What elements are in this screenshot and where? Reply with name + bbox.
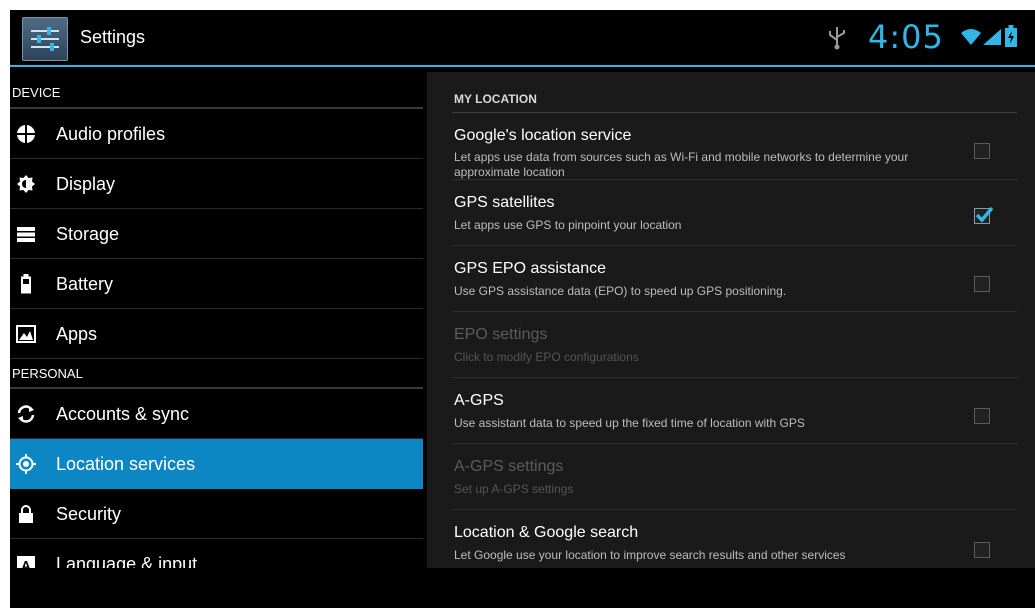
sidebar-item-label: Language & input	[56, 554, 198, 568]
pref-summary: Let apps use GPS to pinpoint your locati…	[454, 218, 682, 232]
pref-gps-satellites[interactable]: GPS satellites Let apps use GPS to pinpo…	[452, 180, 1017, 246]
sync-icon	[17, 405, 35, 423]
pref-a-gps-settings: A-GPS settings Set up A-GPS settings	[452, 444, 1017, 510]
settings-app-icon[interactable]	[22, 17, 68, 61]
checkbox-location-google-search[interactable]	[974, 542, 990, 558]
svg-text:A: A	[21, 558, 31, 568]
keyboard-icon: A	[17, 556, 35, 568]
pref-a-gps[interactable]: A-GPS Use assistant data to speed up the…	[452, 378, 1017, 444]
sidebar-item-audio-profiles[interactable]: Audio profiles	[10, 109, 423, 159]
pref-summary: Use GPS assistance data (EPO) to speed u…	[454, 284, 787, 298]
sidebar-item-battery[interactable]: Battery	[10, 259, 423, 309]
action-bar: Settings 4:05	[10, 10, 1035, 65]
checkbox-gps-satellites[interactable]	[974, 206, 993, 224]
section-header-my-location: MY LOCATION	[452, 84, 1017, 113]
pref-gps-epo-assistance[interactable]: GPS EPO assistance Use GPS assistance da…	[452, 246, 1017, 312]
checkbox-gps-epo[interactable]	[974, 276, 990, 292]
checkmark-icon	[975, 206, 993, 223]
section-header-personal: PERSONAL	[10, 359, 423, 389]
pref-title: Google's location service	[454, 127, 632, 144]
android-screen: Settings 4:05 DEVICE Audio profiles Disp…	[10, 10, 1035, 608]
pref-summary: Set up A-GPS settings	[454, 482, 574, 496]
pref-title: EPO settings	[454, 326, 548, 343]
system-navigation-bar	[10, 568, 1035, 608]
pref-summary: Click to modify EPO configurations	[454, 350, 639, 364]
lock-icon	[19, 505, 33, 523]
pref-google-location-service[interactable]: Google's location service Let apps use d…	[452, 113, 1017, 180]
pref-title: A-GPS	[454, 392, 504, 409]
apps-icon	[16, 325, 36, 343]
sidebar-item-accounts-sync[interactable]: Accounts & sync	[10, 389, 423, 439]
sidebar-item-label: Storage	[56, 224, 120, 244]
sidebar-item-location-services[interactable]: Location services	[10, 439, 423, 489]
sidebar-item-label: Display	[56, 174, 116, 194]
pref-title: GPS EPO assistance	[454, 260, 607, 277]
settings-sidebar: DEVICE Audio profiles Display Storage Ba…	[10, 77, 423, 568]
sidebar-item-label: Battery	[56, 274, 114, 294]
status-time: 4:05	[868, 18, 944, 56]
location-settings-panel: MY LOCATION Google's location service Le…	[427, 72, 1035, 568]
sidebar-item-label: Accounts & sync	[56, 404, 190, 424]
pref-epo-settings: EPO settings Click to modify EPO configu…	[452, 312, 1017, 378]
sidebar-item-label: Apps	[56, 324, 98, 344]
pref-summary: Use assistant data to speed up the fixed…	[454, 416, 805, 430]
sidebar-item-label: Security	[56, 504, 122, 524]
sidebar-item-language-input[interactable]: A Language & input	[10, 539, 423, 568]
checkbox-a-gps[interactable]	[974, 408, 990, 424]
battery-status-icon	[1005, 25, 1017, 47]
section-header-device: DEVICE	[10, 77, 423, 109]
signal-icon	[983, 29, 1001, 45]
checkbox-google-location[interactable]	[974, 143, 990, 159]
section-title: MY LOCATION	[454, 92, 537, 106]
usb-icon	[829, 27, 845, 50]
audio-profiles-icon	[16, 124, 36, 144]
sidebar-item-security[interactable]: Security	[10, 489, 423, 539]
page-title: Settings	[80, 27, 146, 47]
location-icon	[16, 454, 36, 474]
wifi-icon	[961, 29, 981, 45]
pref-title: Location & Google search	[454, 524, 639, 541]
action-bar-divider	[10, 65, 1035, 67]
pref-location-google-search[interactable]: Location & Google search Let Google use …	[452, 510, 1017, 568]
pref-title: GPS satellites	[454, 194, 555, 211]
storage-icon	[17, 227, 35, 242]
pref-summary: Let Google use your location to improve …	[454, 548, 846, 562]
pref-title: A-GPS settings	[454, 458, 564, 475]
pref-summary: Let apps use data from sources such as W…	[454, 150, 909, 179]
sidebar-item-label: Location services	[56, 454, 196, 474]
display-icon	[17, 175, 35, 193]
sidebar-item-label: Audio profiles	[56, 124, 166, 144]
battery-icon	[21, 274, 31, 294]
sidebar-item-storage[interactable]: Storage	[10, 209, 423, 259]
sidebar-item-apps[interactable]: Apps	[10, 309, 423, 359]
sidebar-item-display[interactable]: Display	[10, 159, 423, 209]
